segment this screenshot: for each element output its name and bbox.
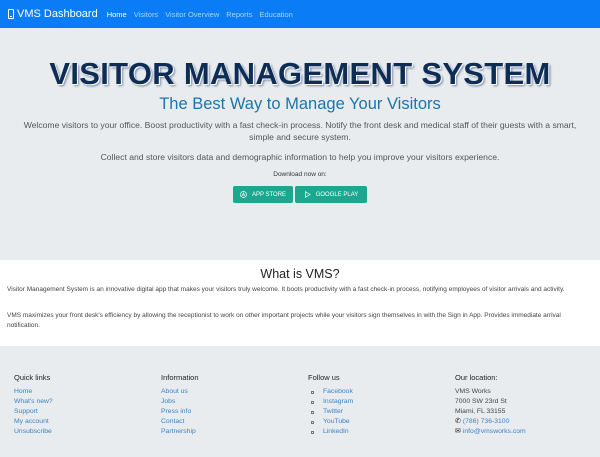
app-store-icon	[240, 191, 247, 198]
facebook-link[interactable]: Facebook	[308, 387, 353, 397]
facebook-label: Facebook	[323, 388, 353, 395]
nav-link-home[interactable]: Home	[107, 10, 127, 19]
store-buttons: APP STORE GOOGLE PLAY	[233, 186, 367, 203]
footer-information: Information About us Jobs Press info Con…	[161, 373, 199, 437]
download-label: Download now on:	[273, 171, 327, 178]
hero-description: Welcome visitors to your office. Boost p…	[23, 120, 577, 142]
phone-link[interactable]: ✆ (786) 736-3100	[455, 417, 526, 427]
youtube-icon	[311, 420, 314, 424]
footer-link-unsubscribe[interactable]: Unsubscribe	[14, 427, 53, 437]
hero-title: VISITOR MANAGEMENT SYSTEM	[49, 56, 551, 91]
twitter-label: Twitter	[323, 408, 344, 415]
information-title: Information	[161, 373, 199, 382]
brand-label: VMS Dashboard	[17, 8, 98, 20]
youtube-link[interactable]: YouTube	[308, 417, 353, 427]
youtube-label: YouTube	[323, 418, 350, 425]
footer-link-press-info[interactable]: Press info	[161, 407, 199, 417]
about-paragraph-1: Visitor Management System is an innovati…	[7, 286, 565, 293]
footer-link-about-us[interactable]: About us	[161, 387, 199, 397]
envelope-icon: ✉	[455, 428, 461, 435]
hero-section: VISITOR MANAGEMENT SYSTEM The Best Way t…	[0, 28, 600, 260]
email-address: info@vmsworks.com	[462, 428, 526, 435]
about-paragraph-2: VMS maximizes your front desk's efficien…	[7, 312, 561, 329]
footer-link-my-account[interactable]: My account	[14, 417, 53, 427]
footer-link-whats-new[interactable]: What's new?	[14, 397, 53, 407]
instagram-link[interactable]: Instagram	[308, 397, 353, 407]
hero-description-secondary: Collect and store visitors data and demo…	[100, 152, 500, 162]
nav-links: Home Visitors Visitor Overview Reports E…	[107, 10, 300, 19]
footer-location: Our location: VMS Works 7000 SW 23rd St …	[455, 373, 526, 437]
google-play-label: GOOGLE PLAY	[315, 191, 359, 198]
about-section: What is VMS? Visitor Management System i…	[0, 260, 600, 346]
linkedin-label: LinkedIn	[323, 428, 349, 435]
google-play-button[interactable]: GOOGLE PLAY	[295, 186, 367, 203]
city-address: Miami, FL 33155	[455, 408, 506, 415]
phone-icon: ✆	[455, 418, 461, 425]
nav-link-education[interactable]: Education	[260, 10, 293, 19]
footer-link-contact[interactable]: Contact	[161, 417, 199, 427]
phone-number: (786) 736-3100	[462, 418, 510, 425]
linkedin-icon	[311, 430, 314, 434]
instagram-label: Instagram	[323, 398, 354, 405]
facebook-icon	[311, 390, 314, 394]
footer-follow-us: Follow us Facebook Instagram Twitter You…	[308, 373, 353, 437]
footer-link-home[interactable]: Home	[14, 387, 53, 397]
about-title: What is VMS?	[260, 267, 340, 281]
street-address: 7000 SW 23rd St	[455, 398, 507, 405]
footer-link-jobs[interactable]: Jobs	[161, 397, 199, 407]
twitter-icon	[311, 410, 314, 414]
app-store-label: APP STORE	[251, 191, 287, 198]
app-store-button[interactable]: APP STORE	[233, 186, 293, 203]
email-link[interactable]: ✉ info@vmsworks.com	[455, 427, 526, 437]
location-title: Our location:	[455, 373, 498, 382]
nav-link-visitor-overview[interactable]: Visitor Overview	[165, 10, 219, 19]
hero-subtitle: The Best Way to Manage Your Visitors	[159, 95, 441, 113]
google-play-icon	[304, 191, 311, 198]
mobile-phone-icon	[8, 9, 14, 19]
nav-link-reports[interactable]: Reports	[226, 10, 252, 19]
footer-link-partnership[interactable]: Partnership	[161, 427, 199, 437]
footer-quick-links: Quick links Home What's new? Support My …	[14, 373, 53, 437]
twitter-link[interactable]: Twitter	[308, 407, 353, 417]
quick-links-title: Quick links	[14, 373, 51, 382]
navbar: VMS Dashboard Home Visitors Visitor Over…	[0, 0, 600, 28]
nav-link-visitors[interactable]: Visitors	[134, 10, 158, 19]
follow-us-title: Follow us	[308, 373, 340, 382]
instagram-icon	[311, 400, 314, 404]
brand-link[interactable]: VMS Dashboard	[8, 8, 98, 20]
company-name: VMS Works	[455, 388, 491, 395]
footer: Quick links Home What's new? Support My …	[0, 346, 600, 457]
linkedin-link[interactable]: LinkedIn	[308, 427, 353, 437]
footer-link-support[interactable]: Support	[14, 407, 53, 417]
